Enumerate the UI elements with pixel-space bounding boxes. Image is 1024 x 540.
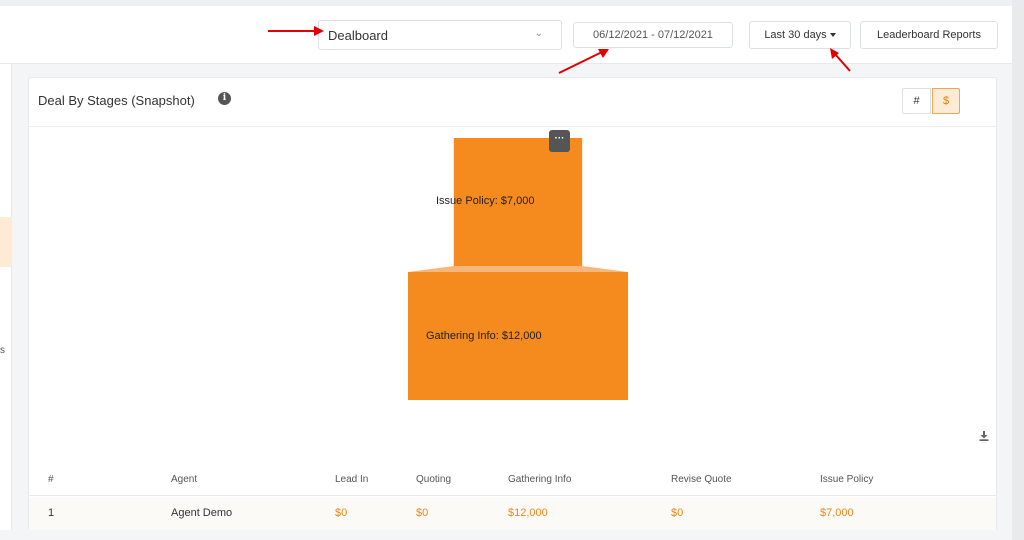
annotation-arrow-period (830, 48, 851, 72)
sidebar (0, 64, 12, 530)
report-select[interactable]: Dealboard ⌄ (318, 20, 562, 50)
card-title: Deal By Stages (Snapshot) (38, 93, 195, 108)
chevron-down-icon: ⌄ (534, 28, 543, 39)
annotation-arrow-select (268, 26, 324, 36)
sidebar-active-item[interactable] (0, 217, 12, 267)
chart-menu-button[interactable]: ··· (549, 130, 570, 152)
caret-down-icon (829, 33, 836, 38)
report-select-value: Dealboard (328, 28, 388, 43)
toggle-count-button[interactable]: # (902, 88, 931, 114)
toggle-value-button[interactable]: $ (932, 88, 960, 114)
row-revise-quote: $0 (671, 507, 684, 519)
column-header-quoting: Quoting (416, 474, 452, 485)
column-header-agent: Agent (171, 474, 198, 485)
download-icon[interactable] (979, 431, 989, 441)
period-button-label: Last 30 days (764, 29, 827, 41)
funnel-connector (408, 266, 628, 272)
table-row: 1 Agent Demo $0 $0 $12,000 $0 $7,000 (29, 497, 996, 530)
sidebar-partial-text: s (0, 345, 5, 356)
row-agent: Agent Demo (171, 507, 233, 519)
page-edge (1012, 0, 1024, 540)
row-issue-policy: $7,000 (820, 507, 854, 519)
annotation-arrow-date (558, 49, 609, 74)
funnel-chart (408, 138, 628, 400)
period-dropdown-button[interactable]: Last 30 days (749, 21, 851, 49)
funnel-label-issue-policy: Issue Policy: $7,000 (436, 195, 535, 207)
card-header: Deal By Stages (Snapshot) i # $ (29, 78, 996, 127)
leaderboard-reports-button[interactable]: Leaderboard Reports (860, 21, 998, 49)
date-range-input[interactable]: 06/12/2021 - 07/12/2021 (573, 22, 733, 48)
row-gathering-info: $12,000 (508, 507, 548, 519)
deal-by-stages-card: Deal By Stages (Snapshot) i # $ Issue Po… (28, 77, 997, 530)
row-quoting: $0 (416, 507, 429, 519)
column-header-revise-quote: Revise Quote (671, 474, 732, 485)
row-lead-in: $0 (335, 507, 348, 519)
column-header-gathering-info: Gathering Info (508, 474, 572, 485)
column-header-number: # (48, 474, 54, 485)
info-icon[interactable]: i (218, 92, 231, 105)
row-number: 1 (48, 507, 55, 519)
column-header-issue-policy: Issue Policy (820, 474, 874, 485)
column-header-lead-in: Lead In (335, 474, 369, 485)
funnel-label-gathering-info: Gathering Info: $12,000 (426, 330, 542, 342)
table-header: # Agent Lead In Quoting Gathering Info R… (29, 464, 996, 496)
